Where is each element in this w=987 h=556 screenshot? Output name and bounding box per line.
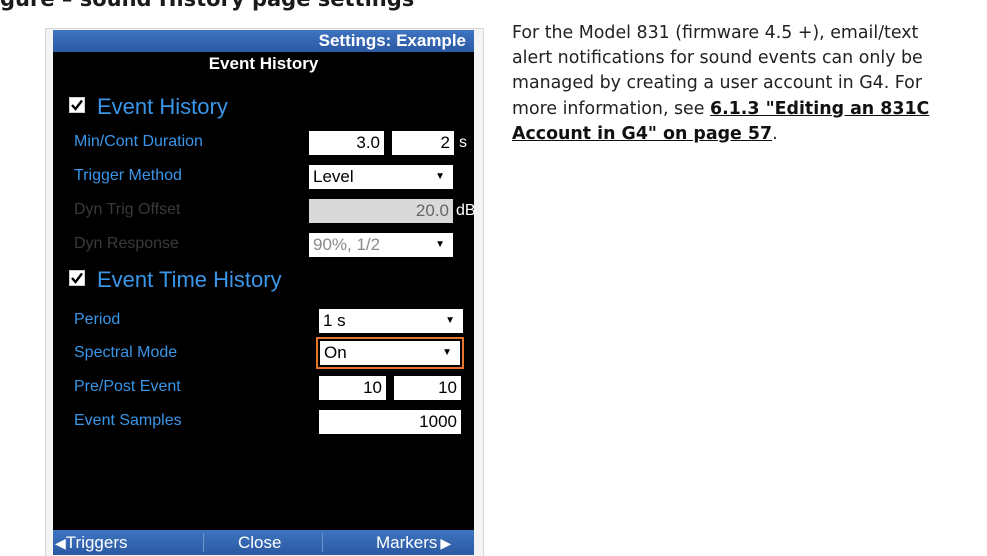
dropdown-arrow-icon: ▼: [435, 171, 445, 182]
spectral-mode-value: On: [324, 343, 347, 362]
markers-button[interactable]: Markers ▶: [376, 530, 451, 555]
duration-unit: s: [459, 134, 467, 151]
period-label: Period: [74, 311, 121, 328]
dyn-trig-offset-label: Dyn Trig Offset: [74, 201, 181, 218]
dropdown-arrow-icon: ▼: [442, 347, 452, 358]
dyn-response-label: Dyn Response: [74, 235, 179, 252]
event-samples-label: Event Samples: [74, 412, 182, 429]
checkmark-icon: [71, 99, 83, 112]
close-button[interactable]: Close: [238, 530, 281, 555]
markers-label: Markers: [376, 533, 438, 552]
event-time-history-toggle[interactable]: Event Time History: [69, 267, 282, 293]
pre-event-input[interactable]: 10: [319, 376, 386, 400]
description-paragraph: For the Model 831 (firmware 4.5 +), emai…: [512, 21, 962, 147]
pre-post-event-label: Pre/Post Event: [74, 378, 181, 395]
spectral-mode-label: Spectral Mode: [74, 344, 178, 361]
left-arrow-icon: ◀: [55, 535, 66, 551]
softkey-bar: ◀Triggers Close Markers ▶: [53, 530, 474, 555]
close-label: Close: [238, 533, 282, 552]
softkey-divider: [322, 533, 323, 552]
description-end: .: [772, 123, 778, 144]
checkmark-icon: [71, 272, 83, 285]
cont-duration-input[interactable]: 2: [392, 131, 454, 155]
dyn-response-select: 90%, 1/2 ▼: [309, 233, 453, 257]
dropdown-arrow-icon: ▼: [445, 315, 455, 326]
trigger-method-select[interactable]: Level ▼: [309, 165, 453, 189]
dropdown-arrow-icon: ▼: [435, 239, 445, 250]
period-select[interactable]: 1 s ▼: [319, 309, 463, 333]
min-cont-duration-label: Min/Cont Duration: [74, 133, 203, 150]
event-samples-input[interactable]: 1000: [319, 410, 461, 434]
event-history-label: Event History: [97, 94, 228, 119]
event-history-checkbox[interactable]: [69, 97, 85, 114]
dyn-trig-offset-input: 20.0: [309, 199, 453, 223]
min-duration-input[interactable]: 3.0: [309, 131, 384, 155]
trigger-method-value: Level: [313, 167, 354, 186]
triggers-label: Triggers: [65, 533, 128, 552]
device-screen: Settings: Example Event History Event Hi…: [53, 30, 474, 555]
page-subtitle: Event History: [208, 54, 319, 73]
triggers-button[interactable]: ◀Triggers: [55, 530, 128, 555]
settings-title: Settings: Example: [53, 30, 474, 52]
figure-caption: gure – sound History page settings: [0, 0, 414, 11]
event-time-history-label: Event Time History: [97, 267, 282, 292]
dyn-trig-offset-unit: dB: [456, 202, 474, 219]
event-history-toggle[interactable]: Event History: [69, 94, 228, 120]
dyn-response-value: 90%, 1/2: [313, 235, 381, 254]
spectral-mode-select[interactable]: On ▼: [320, 341, 460, 365]
trigger-method-label: Trigger Method: [74, 167, 182, 184]
softkey-divider: [203, 533, 204, 552]
period-value: 1 s: [323, 311, 346, 330]
post-event-input[interactable]: 10: [394, 376, 461, 400]
event-time-history-checkbox[interactable]: [69, 270, 85, 287]
right-arrow-icon: ▶: [440, 535, 452, 551]
